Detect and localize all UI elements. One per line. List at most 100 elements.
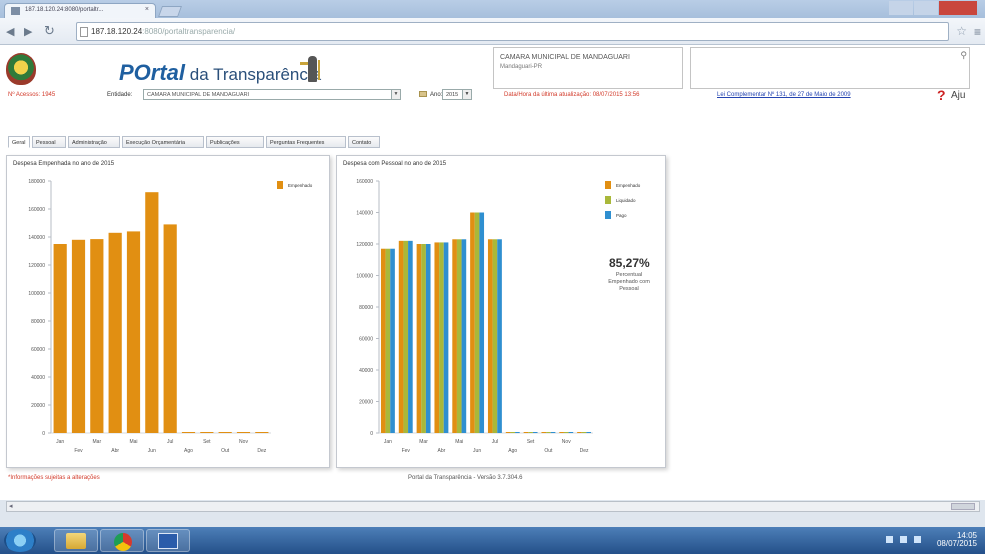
x-tick-label: Abr bbox=[111, 448, 119, 454]
legend-label: Empenhado bbox=[288, 183, 313, 188]
y-tick-label: 20000 bbox=[359, 400, 373, 406]
page-favicon-icon bbox=[11, 7, 20, 15]
chevron-down-icon[interactable]: ▼ bbox=[391, 90, 400, 99]
bar-liquidado bbox=[546, 432, 551, 433]
network-icon[interactable] bbox=[900, 536, 907, 543]
bar-empenhado bbox=[108, 232, 122, 433]
reload-icon[interactable]: ↻ bbox=[44, 23, 55, 39]
bar-empenhado bbox=[200, 432, 214, 433]
bar-empenhado bbox=[126, 231, 141, 433]
bar-liquidado bbox=[492, 239, 498, 433]
bar-pago bbox=[408, 240, 413, 433]
chart-panel-pessoal: Despesa com Pessoal no ano de 2015 0 2000… bbox=[336, 155, 666, 468]
bar-empenhado bbox=[71, 239, 86, 433]
scrollbar-thumb[interactable] bbox=[951, 503, 975, 510]
browser-tab[interactable]: 187.18.120.24:8080/portaltr... × bbox=[4, 3, 156, 18]
law-link[interactable]: Lei Complementar Nº 131, de 27 de Maio d… bbox=[717, 92, 851, 98]
start-button[interactable] bbox=[4, 529, 36, 552]
tab-close-icon[interactable]: × bbox=[145, 6, 149, 13]
tab-contato[interactable]: Contato bbox=[348, 136, 380, 148]
tab-publica-es[interactable]: Publicações bbox=[206, 136, 264, 148]
y-tick-label: 40000 bbox=[31, 375, 45, 381]
bar-pago bbox=[390, 248, 395, 433]
search-icon[interactable]: ⚲ bbox=[960, 50, 967, 61]
y-tick-label: 100000 bbox=[28, 291, 45, 297]
help-label[interactable]: Aju bbox=[951, 90, 965, 101]
forward-arrow-icon[interactable]: ▶ bbox=[24, 25, 32, 38]
browser-titlebar: 187.18.120.24:8080/portaltr... × bbox=[0, 0, 985, 18]
chevron-down-icon[interactable]: ▼ bbox=[462, 90, 471, 99]
maximize-button[interactable] bbox=[914, 1, 938, 15]
x-tick-label: Out bbox=[221, 448, 230, 454]
y-tick-label: 0 bbox=[370, 431, 373, 437]
bar-empenhado bbox=[559, 432, 564, 433]
entity-select[interactable]: CAMARA MUNICIPAL DE MANDAGUARI ▼ bbox=[143, 89, 401, 100]
help-icon[interactable]: ? bbox=[937, 87, 946, 103]
calendar-icon bbox=[419, 91, 427, 97]
x-tick-label: Fev bbox=[74, 448, 83, 454]
y-tick-label: 80000 bbox=[359, 305, 373, 311]
legend-label: Liquidado bbox=[616, 198, 636, 203]
back-arrow-icon[interactable]: ◀ bbox=[6, 25, 14, 38]
bar-pago bbox=[479, 212, 485, 433]
bar-liquidado bbox=[403, 240, 409, 433]
year-select[interactable]: 2015 ▼ bbox=[442, 89, 472, 100]
minimize-button[interactable] bbox=[889, 1, 913, 15]
x-tick-label: Jan bbox=[384, 439, 392, 445]
bar-empenhado bbox=[505, 432, 511, 433]
page-content: POrtal da Transparência CAMARA MUNICIPAL… bbox=[0, 45, 985, 512]
chart-panel-empenhado: Despesa Empenhada no ano de 2015 0 20000 4… bbox=[6, 155, 330, 468]
address-bar[interactable]: 187.18.120.24:8080/portaltransparencia/ bbox=[76, 22, 949, 41]
page-icon bbox=[80, 27, 88, 37]
filter-bar: Nº Acessos: 1945 Entidade: CAMARA MUNICI… bbox=[0, 87, 985, 105]
last-update-text: Data/Hora da última atualização: 08/07/2… bbox=[504, 92, 640, 98]
bar-empenhado bbox=[416, 244, 422, 433]
horizontal-scrollbar[interactable]: ◂ bbox=[6, 501, 980, 512]
bar-empenhado bbox=[523, 432, 529, 433]
x-tick-label: Jan bbox=[56, 439, 64, 445]
tray-clock[interactable]: 14:05 08/07/2015 bbox=[937, 532, 977, 548]
bar-empenhado bbox=[255, 432, 269, 433]
menu-icon[interactable]: ≡ bbox=[974, 25, 981, 39]
bar-empenhado bbox=[236, 432, 251, 433]
x-tick-label: Dez bbox=[257, 448, 266, 454]
new-tab-button[interactable] bbox=[157, 6, 183, 17]
flag-icon[interactable] bbox=[886, 536, 893, 543]
footer-disclaimer: *Informações sujeitas a alterações bbox=[8, 475, 100, 481]
tab-perguntas-frequentes[interactable]: Perguntas Frequentes bbox=[266, 136, 346, 148]
organization-city: Mandaguari-PR bbox=[500, 64, 543, 70]
x-tick-label: Mai bbox=[455, 439, 463, 445]
organization-box: CAMARA MUNICIPAL DE MANDAGUARI Mandaguar… bbox=[493, 47, 683, 89]
bar-empenhado bbox=[398, 240, 404, 433]
x-tick-label: Mar bbox=[93, 439, 102, 445]
x-tick-label: Set bbox=[203, 439, 211, 445]
volume-icon[interactable] bbox=[914, 536, 921, 543]
url-path: :8080/portaltransparencia/ bbox=[142, 27, 236, 36]
bookmark-star-icon[interactable]: ☆ bbox=[956, 24, 967, 38]
bar-pago bbox=[443, 242, 449, 433]
tab-administra-o[interactable]: Administração bbox=[68, 136, 120, 148]
bar-liquidado bbox=[563, 432, 569, 433]
close-window-button[interactable] bbox=[939, 1, 977, 15]
scroll-left-icon[interactable]: ◂ bbox=[9, 502, 13, 510]
portal-logo[interactable]: POrtal da Transparência bbox=[119, 60, 321, 86]
bar-empenhado bbox=[541, 432, 547, 433]
bar-empenhado bbox=[218, 432, 232, 433]
taskbar-word[interactable] bbox=[146, 529, 190, 552]
x-tick-label: Abr bbox=[438, 448, 446, 454]
taskbar-explorer[interactable] bbox=[54, 529, 98, 552]
tab-pessoal[interactable]: Pessoal bbox=[32, 136, 66, 148]
tab-execu-o-or-ament-ria[interactable]: Execução Orçamentária bbox=[122, 136, 204, 148]
tab-geral[interactable]: Geral bbox=[8, 136, 30, 148]
window-controls bbox=[889, 1, 977, 15]
year-label: Ano: bbox=[430, 92, 443, 98]
justice-statue-icon bbox=[300, 54, 324, 84]
y-tick-label: 80000 bbox=[31, 319, 45, 325]
taskbar-chrome[interactable] bbox=[100, 529, 144, 552]
bar-pago bbox=[461, 239, 467, 433]
entity-value: CAMARA MUNICIPAL DE MANDAGUARI bbox=[147, 92, 250, 98]
bar-empenhado bbox=[577, 432, 582, 433]
bar-empenhado bbox=[487, 239, 493, 433]
organization-name: CAMARA MUNICIPAL DE MANDAGUARI bbox=[500, 54, 630, 61]
search-box[interactable]: ⚲ bbox=[690, 47, 970, 89]
